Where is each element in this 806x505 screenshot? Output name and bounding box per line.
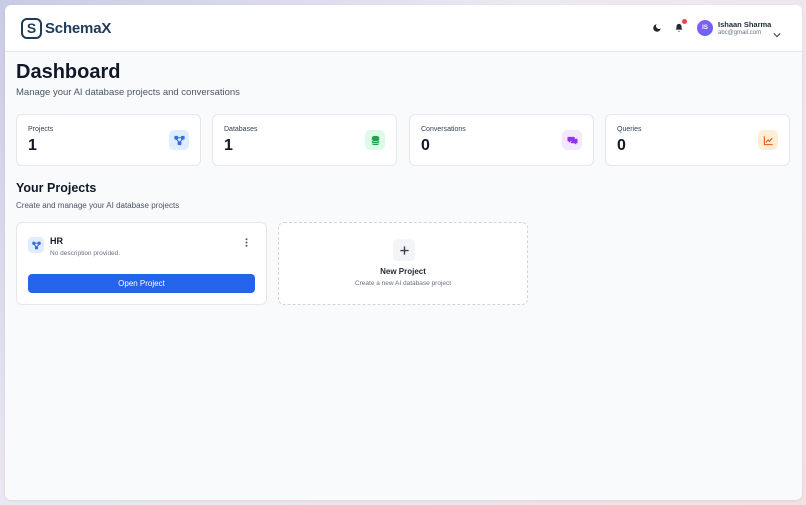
project-description: No description provided. (50, 250, 121, 257)
notification-dot (682, 19, 687, 24)
brand-name: SchemaX (45, 19, 112, 37)
stat-card-databases: Databases 1 (212, 114, 397, 166)
chevron-down-icon[interactable] (773, 25, 781, 43)
user-name: Ishaan Sharma (718, 20, 772, 29)
chat-icon (562, 130, 582, 150)
new-project-subtitle: Create a new AI database project (354, 280, 452, 287)
avatar[interactable]: IS (697, 20, 713, 36)
new-project-card[interactable]: New Project Create a new AI database pro… (278, 222, 528, 305)
stat-label: Projects (28, 126, 54, 133)
open-project-button[interactable]: Open Project (28, 274, 255, 293)
chart-icon (758, 130, 778, 150)
page-subtitle: Manage your AI database projects and con… (16, 87, 240, 98)
brand-logo[interactable]: S SchemaX (21, 17, 111, 39)
section-title: Your Projects (16, 181, 97, 195)
logo-icon: S (21, 17, 42, 39)
project-name: HR (50, 236, 63, 246)
new-project-title: New Project (380, 267, 426, 276)
logo-letter: S (26, 20, 37, 36)
stat-label: Databases (224, 126, 258, 133)
project-network-icon (28, 237, 44, 253)
bell-icon[interactable] (672, 19, 687, 35)
plus-icon (393, 239, 415, 261)
section-subtitle: Create and manage your AI database proje… (16, 201, 180, 210)
project-network-icon (169, 130, 189, 150)
stat-value: 1 (28, 137, 37, 154)
stat-label: Conversations (421, 126, 466, 133)
page-title: Dashboard (16, 61, 121, 83)
top-header: S SchemaX IS Ishaan Sharma abc@gmail.com (5, 5, 802, 52)
stat-label: Queries (617, 126, 642, 133)
database-icon (365, 130, 385, 150)
more-options-icon[interactable] (242, 236, 250, 248)
stat-value: 1 (224, 137, 233, 154)
stat-card-projects: Projects 1 (16, 114, 201, 166)
stat-card-conversations: Conversations 0 (409, 114, 594, 166)
user-email: abc@gmail.com (718, 30, 762, 36)
moon-icon[interactable] (650, 21, 664, 35)
stat-value: 0 (617, 137, 626, 154)
project-card[interactable]: HR No description provided. Open Project (16, 222, 267, 305)
app-window: S SchemaX IS Ishaan Sharma abc@gmail.com… (5, 5, 802, 500)
stat-value: 0 (421, 137, 430, 154)
stat-card-queries: Queries 0 (605, 114, 790, 166)
